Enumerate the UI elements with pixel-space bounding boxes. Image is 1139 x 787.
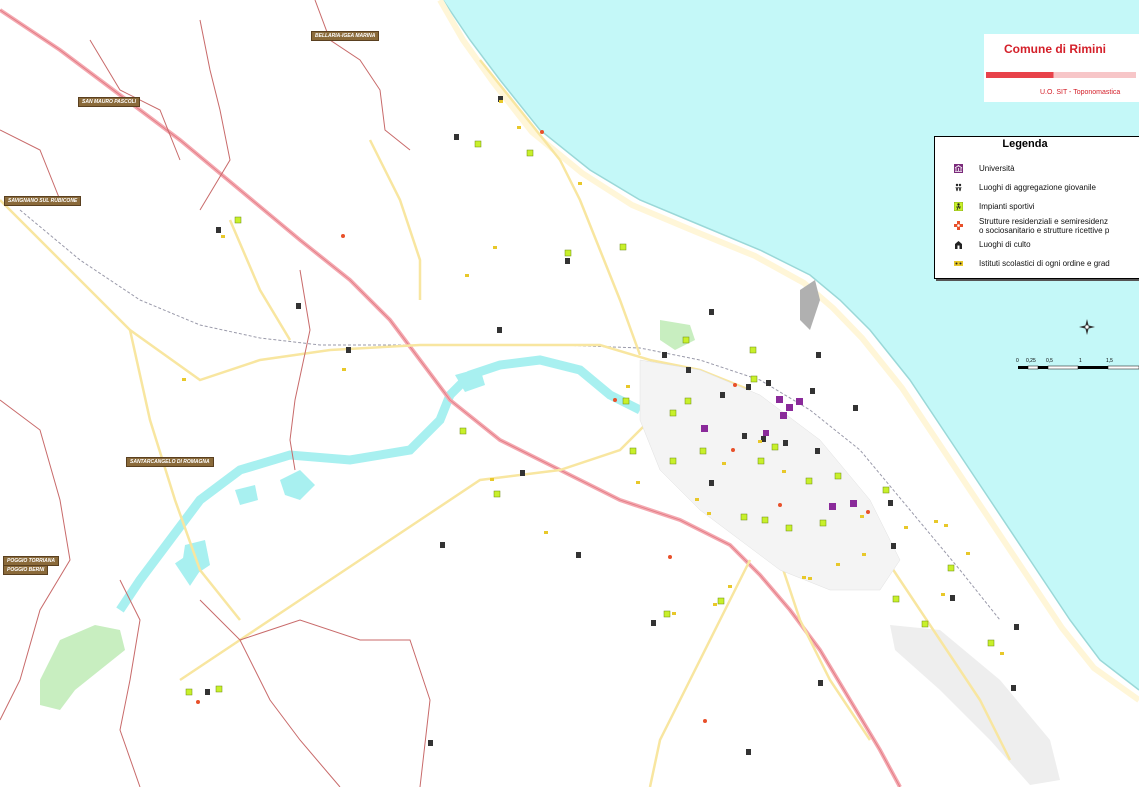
legend-label: Impianti sportivi <box>979 202 1035 211</box>
scale-bar <box>1018 365 1139 370</box>
legend-label: Luoghi di culto <box>979 240 1031 249</box>
legend-label: Istituti scolastici di ogni ordine e gra… <box>979 259 1110 268</box>
residential-care-icon <box>954 221 963 230</box>
legend-title: Legenda <box>1002 138 1048 150</box>
scale-label: 0,5 <box>1046 358 1053 364</box>
place-label-poggio-berni: POGGIO BERNI <box>3 565 49 575</box>
scale-label: 0,25 <box>1026 358 1036 364</box>
university-icon <box>954 164 963 173</box>
scale-label: 1,5 <box>1106 358 1113 364</box>
legend-label-continued: o sociosanitario e strutture ricettive p <box>979 226 1110 235</box>
scale-label: 1 <box>1079 358 1082 364</box>
legend-label: Università <box>979 164 1015 173</box>
legend-label: Luoghi di aggregazione giovanile <box>979 183 1096 192</box>
legend-label: Strutture residenziali e semiresidenz <box>979 217 1108 226</box>
place-label-bellaria: BELLARIA-IGEA MARINA <box>311 31 380 41</box>
sports-facility-icon <box>954 202 963 211</box>
place-label-santarcangelo: SANTARCANGELO DI ROMAGNA <box>126 457 214 467</box>
title-bar <box>986 72 1136 78</box>
map-title: Comune di Rimini <box>1004 42 1106 56</box>
worship-place-icon <box>955 241 962 249</box>
youth-center-icon <box>955 183 962 192</box>
map-canvas[interactable] <box>0 0 1139 787</box>
place-label-savignano: SAVIGNANO SUL RUBICONE <box>4 196 82 206</box>
map-subtitle: U.O. SIT - Toponomastica <box>1040 89 1121 96</box>
scale-label: 0 <box>1016 358 1019 364</box>
school-icon <box>954 261 963 266</box>
map-title-box: Comune di Rimini U.O. SIT - Toponomastic… <box>984 34 1139 102</box>
place-label-san-mauro: SAN MAURO PASCOLI <box>78 97 141 107</box>
legend-panel: Legenda Università Luoghi di aggregazion… <box>934 136 1139 279</box>
